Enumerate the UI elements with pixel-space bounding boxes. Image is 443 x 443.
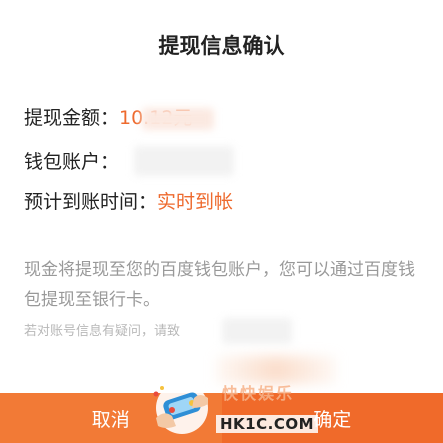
cancel-button[interactable]: 取消 xyxy=(0,393,222,443)
info-row-arrival-time: 预计到账时间：实时到帐 xyxy=(24,187,233,217)
redacted-contact-blur xyxy=(222,318,292,344)
dialog-button-bar: 取消 确定 xyxy=(0,393,443,443)
arrival-time-value: 实时到帐 xyxy=(157,191,234,213)
withdraw-confirm-dialog: 提现信息确认 提现金额：10.12元 钱包账户： 预计到账时间：实时到帐 现金将… xyxy=(0,0,443,443)
redacted-account-blur xyxy=(134,146,234,176)
confirm-button[interactable]: 确定 xyxy=(221,393,443,443)
arrival-time-label: 预计到账时间： xyxy=(24,191,158,213)
amount-label: 提现金额： xyxy=(24,107,120,129)
info-row-account: 钱包账户： xyxy=(24,147,119,177)
dialog-title: 提现信息确认 xyxy=(158,34,285,58)
watermark-fade xyxy=(216,356,336,384)
redacted-amount-blur xyxy=(142,108,214,130)
withdraw-description: 现金将提现至您的百度钱包账户，您可以通过百度钱包提现至银行卡。 xyxy=(24,260,415,310)
account-label: 钱包账户： xyxy=(24,151,120,173)
